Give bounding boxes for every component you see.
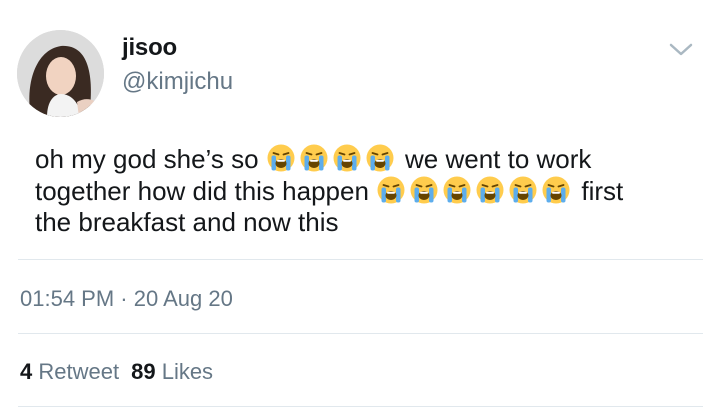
loudly-crying-face-icon [266,143,296,173]
author-name[interactable]: jisoo [122,34,177,62]
loudly-crying-face-icon [409,175,439,205]
tweet-timestamp[interactable]: 01:54 PM · 20 Aug 20 [20,286,233,312]
retweet-count: 4 [20,359,33,384]
retweets-stat[interactable]: 4 Retweet [20,359,119,384]
loudly-crying-face-icon [376,175,406,205]
loudly-crying-face-icon [541,175,571,205]
likes-label: Likes [161,359,214,384]
tweet-line: the breakfast and now this [35,207,685,238]
avatar[interactable] [17,30,104,117]
tweet-line: together how did this happen first [35,175,685,207]
tweet-text-segment: together how did this happen [35,176,369,206]
chevron-down-icon[interactable] [666,38,696,62]
divider [18,406,703,407]
loudly-crying-face-icon [332,143,362,173]
loudly-crying-face-icon [475,175,505,205]
engagement-stats: 4 Retweet 89 Likes [20,359,213,385]
tweet-text-segment: oh my god she’s so [35,144,259,174]
loudly-crying-face-icon [299,143,329,173]
likes-stat[interactable]: 89 Likes [131,359,213,384]
tweet-text: oh my god she’s so we went to work toget… [35,143,685,238]
divider [18,333,703,334]
emoji-group [266,144,405,174]
loudly-crying-face-icon [365,143,395,173]
tweet-text-segment: the breakfast and now this [35,207,339,237]
tweet-line: oh my god she’s so we went to work [35,143,685,175]
likes-count: 89 [131,359,156,384]
tweet-text-segment: first [581,176,624,206]
loudly-crying-face-icon [508,175,538,205]
retweet-label: Retweet [38,359,120,384]
loudly-crying-face-icon [442,175,472,205]
author-handle[interactable]: @kimjichu [122,68,233,96]
divider [18,259,703,260]
tweet-text-segment: we went to work [405,144,592,174]
emoji-group [376,176,581,206]
tweet-card: jisoo @kimjichu oh my god she’s so we we… [0,0,720,415]
